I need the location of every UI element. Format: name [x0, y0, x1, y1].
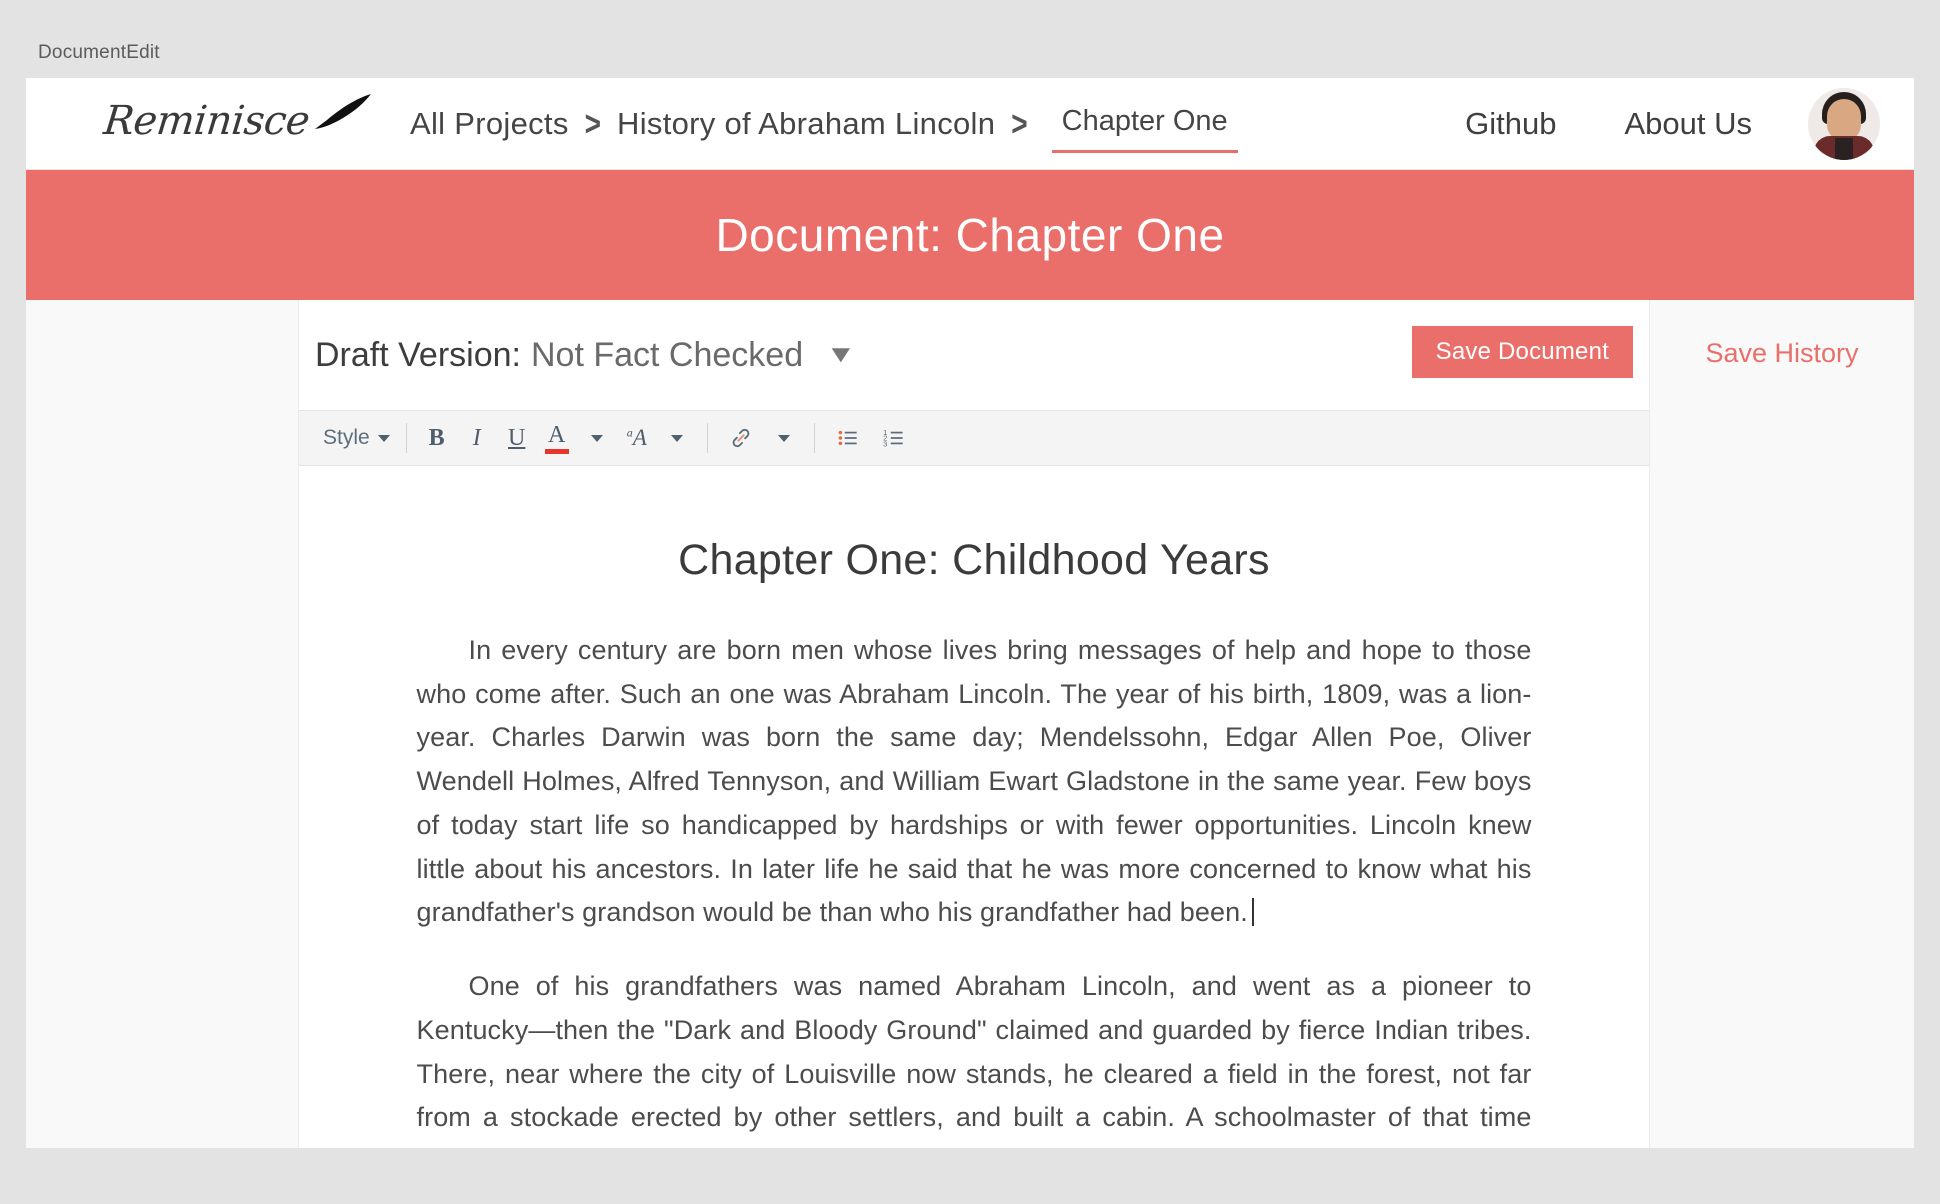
- editor-column: Draft Version: Not Fact Checked ▼ Save D…: [299, 300, 1649, 1148]
- breadcrumb-item-history-of-abraham-lincoln[interactable]: History of Abraham Lincoln: [613, 106, 999, 142]
- document-heading: Chapter One: Childhood Years: [678, 536, 1270, 584]
- underline-button[interactable]: U: [497, 417, 537, 459]
- breadcrumb-item-chapter-one-active[interactable]: Chapter One: [1051, 101, 1238, 153]
- document-banner-title: Document: Chapter One: [715, 209, 1225, 261]
- toolbar-divider: [405, 423, 407, 453]
- save-history-link[interactable]: Save History: [1650, 338, 1914, 369]
- toolbar-divider: [813, 423, 815, 453]
- highlight-color-icon: aA: [626, 425, 647, 450]
- body-area: Draft Version: Not Fact Checked ▼ Save D…: [26, 300, 1914, 1148]
- text-color-swatch: [544, 448, 569, 454]
- link-icon: [732, 428, 750, 448]
- draft-version-row: Draft Version: Not Fact Checked ▼ Save D…: [299, 300, 1649, 410]
- draft-version-value[interactable]: Not Fact Checked: [531, 336, 803, 375]
- style-dropdown[interactable]: Style: [313, 417, 396, 459]
- chevron-down-icon: [777, 434, 790, 442]
- insert-link-dropdown[interactable]: [764, 417, 804, 459]
- breadcrumb: All Projects > History of Abraham Lincol…: [406, 78, 1238, 170]
- breadcrumb-separator-icon: >: [584, 104, 602, 143]
- brand-logo-text: Reminisce: [101, 98, 312, 144]
- chevron-down-icon[interactable]: ▼: [826, 341, 857, 369]
- document-paragraph[interactable]: In every century are born men whose live…: [417, 629, 1532, 935]
- text-color-button[interactable]: A: [537, 417, 577, 459]
- chevron-down-icon: [590, 434, 603, 442]
- bulleted-list-button[interactable]: [825, 417, 871, 459]
- document-paragraph[interactable]: One of his grandfathers was named Abraha…: [417, 965, 1532, 1148]
- application-frame: Reminisce All Projects > History of Abra…: [26, 78, 1914, 1148]
- draft-version-label: Draft Version:: [315, 335, 521, 374]
- numbered-list-icon: 1 2 3: [883, 428, 903, 449]
- document-page[interactable]: Chapter One: Childhood Years In every ce…: [299, 466, 1649, 1148]
- navbar-right-links: Github About Us: [1431, 78, 1884, 170]
- window-title: DocumentEdit: [38, 42, 160, 63]
- highlight-color-button[interactable]: aA: [617, 417, 657, 459]
- save-document-button[interactable]: Save Document: [1411, 326, 1633, 378]
- numbered-list-button[interactable]: 1 2 3: [871, 417, 917, 459]
- quill-icon: [315, 94, 371, 129]
- nav-link-github[interactable]: Github: [1431, 106, 1590, 142]
- document-content: Chapter One: Childhood Years In every ce…: [367, 536, 1582, 1148]
- document-paragraph-text: In every century are born men whose live…: [416, 635, 1532, 928]
- breadcrumb-item-all-projects[interactable]: All Projects: [406, 106, 573, 142]
- highlight-color-dropdown[interactable]: [657, 417, 697, 459]
- svg-text:3: 3: [883, 440, 887, 449]
- toolbar-divider: [706, 423, 708, 453]
- left-gutter-panel: [26, 300, 299, 1148]
- text-cursor: [1251, 898, 1254, 927]
- chevron-down-icon: [670, 434, 683, 442]
- italic-button[interactable]: I: [457, 417, 497, 459]
- breadcrumb-separator-icon: >: [1011, 104, 1028, 143]
- text-color-dropdown[interactable]: [577, 417, 617, 459]
- document-banner: Document: Chapter One: [26, 170, 1914, 300]
- bulleted-list-icon: [838, 430, 857, 446]
- text-color-label: A: [548, 421, 566, 448]
- nav-link-about-us[interactable]: About Us: [1590, 106, 1786, 142]
- insert-link-button[interactable]: [718, 417, 764, 459]
- bold-button[interactable]: B: [417, 417, 457, 459]
- right-side-panel: Save History: [1649, 300, 1914, 1148]
- top-navigation-bar: Reminisce All Projects > History of Abra…: [26, 78, 1914, 170]
- chevron-down-icon: [377, 434, 390, 442]
- avatar[interactable]: [1808, 88, 1880, 160]
- brand-logo[interactable]: Reminisce: [78, 90, 371, 160]
- style-dropdown-label: Style: [323, 426, 370, 449]
- avatar-shirt: [1835, 138, 1853, 160]
- avatar-face: [1827, 99, 1861, 141]
- editor-toolbar: Style B I U A aA 1 2 3: [299, 410, 1649, 466]
